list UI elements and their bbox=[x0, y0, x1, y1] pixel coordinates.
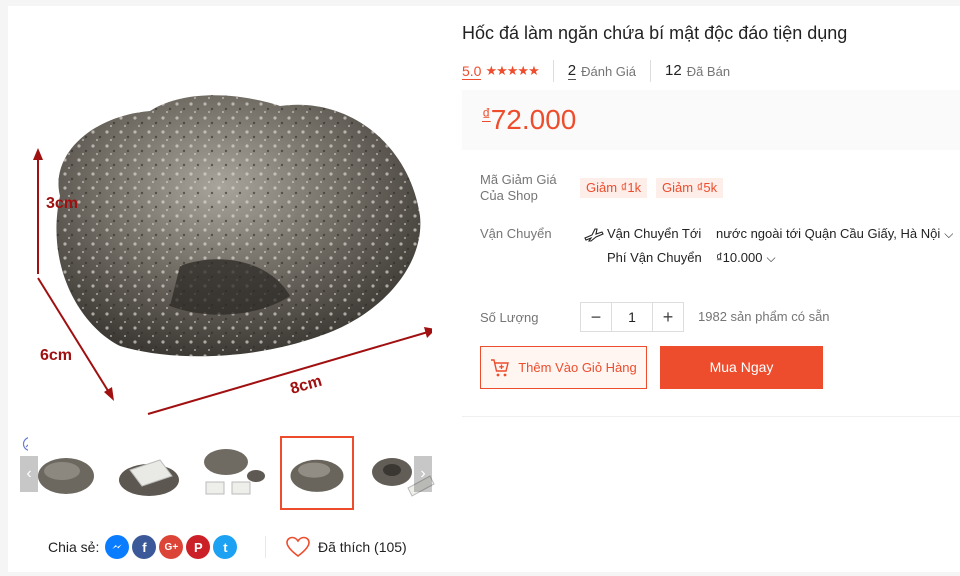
review-count[interactable]: 2 bbox=[567, 62, 577, 80]
quantity-decrease-button[interactable]: − bbox=[581, 303, 611, 331]
currency-symbol: ₫ bbox=[482, 105, 491, 124]
chevron-down-icon: ⌵ bbox=[766, 251, 776, 265]
thumbnail-next-button[interactable]: › bbox=[414, 456, 432, 492]
heart-icon bbox=[286, 536, 310, 558]
product-meta: 5.0 ★★★★★ 2 Đánh Giá 12 Đã Bán bbox=[462, 59, 744, 83]
thumbnail-strip: ‹ › bbox=[20, 434, 438, 512]
shipping-label: Vận Chuyển bbox=[480, 226, 552, 241]
share-divider bbox=[265, 536, 266, 558]
voucher-1k[interactable]: Giảm ₫1k bbox=[580, 178, 648, 198]
dim-depth-label: 6cm bbox=[40, 347, 72, 364]
quantity-input[interactable]: 1 bbox=[611, 303, 653, 331]
pinterest-share-button[interactable]: P bbox=[186, 535, 211, 559]
share-label: Chia sẻ: bbox=[48, 539, 100, 555]
quantity-increase-button[interactable]: + bbox=[653, 303, 683, 331]
facebook-share-button[interactable]: f bbox=[132, 535, 157, 559]
rock-parts-thumbnail bbox=[204, 449, 265, 495]
shipping-fee-value: ₫10.000 bbox=[716, 250, 763, 265]
add-to-cart-button[interactable]: Thêm Vào Giỏ Hàng bbox=[480, 346, 647, 389]
chevron-down-icon: ⌵ bbox=[944, 227, 954, 241]
voucher-5k[interactable]: Giảm ₫5k bbox=[656, 178, 724, 198]
review-label: Đánh Giá bbox=[581, 63, 637, 79]
shipping-fee-label: Phí Vận Chuyển bbox=[607, 250, 702, 265]
google-plus-share-button[interactable]: G+ bbox=[159, 535, 184, 559]
thumbnail-prev-button[interactable]: ‹ bbox=[20, 456, 38, 492]
product-price: ₫72.000 bbox=[482, 104, 576, 136]
twitter-share-button[interactable]: t bbox=[213, 535, 238, 559]
rock-image: 3cm 6cm 8cm bbox=[33, 95, 432, 415]
main-product-image[interactable]: 3cm 6cm 8cm bbox=[20, 16, 432, 428]
meta-divider bbox=[650, 60, 652, 82]
facebook-icon: f bbox=[142, 539, 147, 555]
quantity-stepper: − 1 + bbox=[580, 302, 684, 332]
share-row: Chia sẻ: f G+ P t bbox=[48, 534, 240, 560]
product-page: 3cm 6cm 8cm ‹ › Chia sẻ: f G+ P t Đã thí… bbox=[8, 6, 960, 572]
quantity-label: Số Lượng bbox=[480, 310, 539, 325]
rating-score[interactable]: 5.0 bbox=[462, 63, 482, 80]
google-plus-icon: G+ bbox=[164, 541, 179, 553]
buy-now-button[interactable]: Mua Ngay bbox=[660, 346, 823, 389]
pinterest-icon: P bbox=[194, 539, 203, 555]
price-box: ₫72.000 bbox=[462, 90, 960, 150]
messenger-icon bbox=[112, 544, 123, 549]
rock-thumbnail-selected bbox=[290, 459, 344, 492]
thumbnail-1[interactable] bbox=[28, 436, 102, 510]
destination-text: nước ngoài tới Quận Cầu Giấy, Hà Nội bbox=[716, 226, 941, 241]
favorite-button[interactable]: Đã thích (105) bbox=[286, 534, 407, 560]
shipping-fee[interactable]: ₫10.000 ⌵ bbox=[716, 250, 776, 266]
rock-open-thumbnail bbox=[119, 459, 179, 496]
product-title: Hốc đá làm ngăn chứa bí mật độc đáo tiện… bbox=[462, 23, 848, 43]
messenger-share-button[interactable] bbox=[105, 535, 130, 559]
add-to-cart-label: Thêm Vào Giỏ Hàng bbox=[518, 360, 637, 375]
shipping-from-label: Vận Chuyển Tới bbox=[607, 226, 702, 241]
section-divider bbox=[462, 416, 960, 417]
shipping-destination[interactable]: nước ngoài tới Quận Cầu Giấy, Hà Nội ⌵ bbox=[716, 226, 953, 242]
dim-height-label: 3cm bbox=[46, 195, 78, 212]
dim-width-label: 8cm bbox=[288, 373, 323, 398]
thumbnail-4[interactable] bbox=[280, 436, 354, 510]
sold-count: 12 bbox=[665, 62, 682, 79]
thumbnail-2[interactable] bbox=[112, 436, 186, 510]
price-amount: 72.000 bbox=[490, 104, 577, 135]
thumbnail-3[interactable] bbox=[196, 436, 270, 510]
rock-thumbnail bbox=[38, 458, 94, 494]
twitter-icon: t bbox=[223, 539, 228, 555]
cart-icon bbox=[491, 358, 510, 376]
favorite-count: Đã thích (105) bbox=[318, 539, 407, 555]
meta-divider bbox=[552, 60, 554, 82]
voucher-label: Mã Giảm Giá Của Shop bbox=[480, 172, 557, 203]
stock-available: 1982 sản phẩm có sẵn bbox=[698, 309, 830, 324]
sold-label: Đã Bán bbox=[686, 63, 731, 79]
plane-icon bbox=[584, 228, 604, 242]
rating-stars: ★★★★★ bbox=[485, 63, 539, 78]
